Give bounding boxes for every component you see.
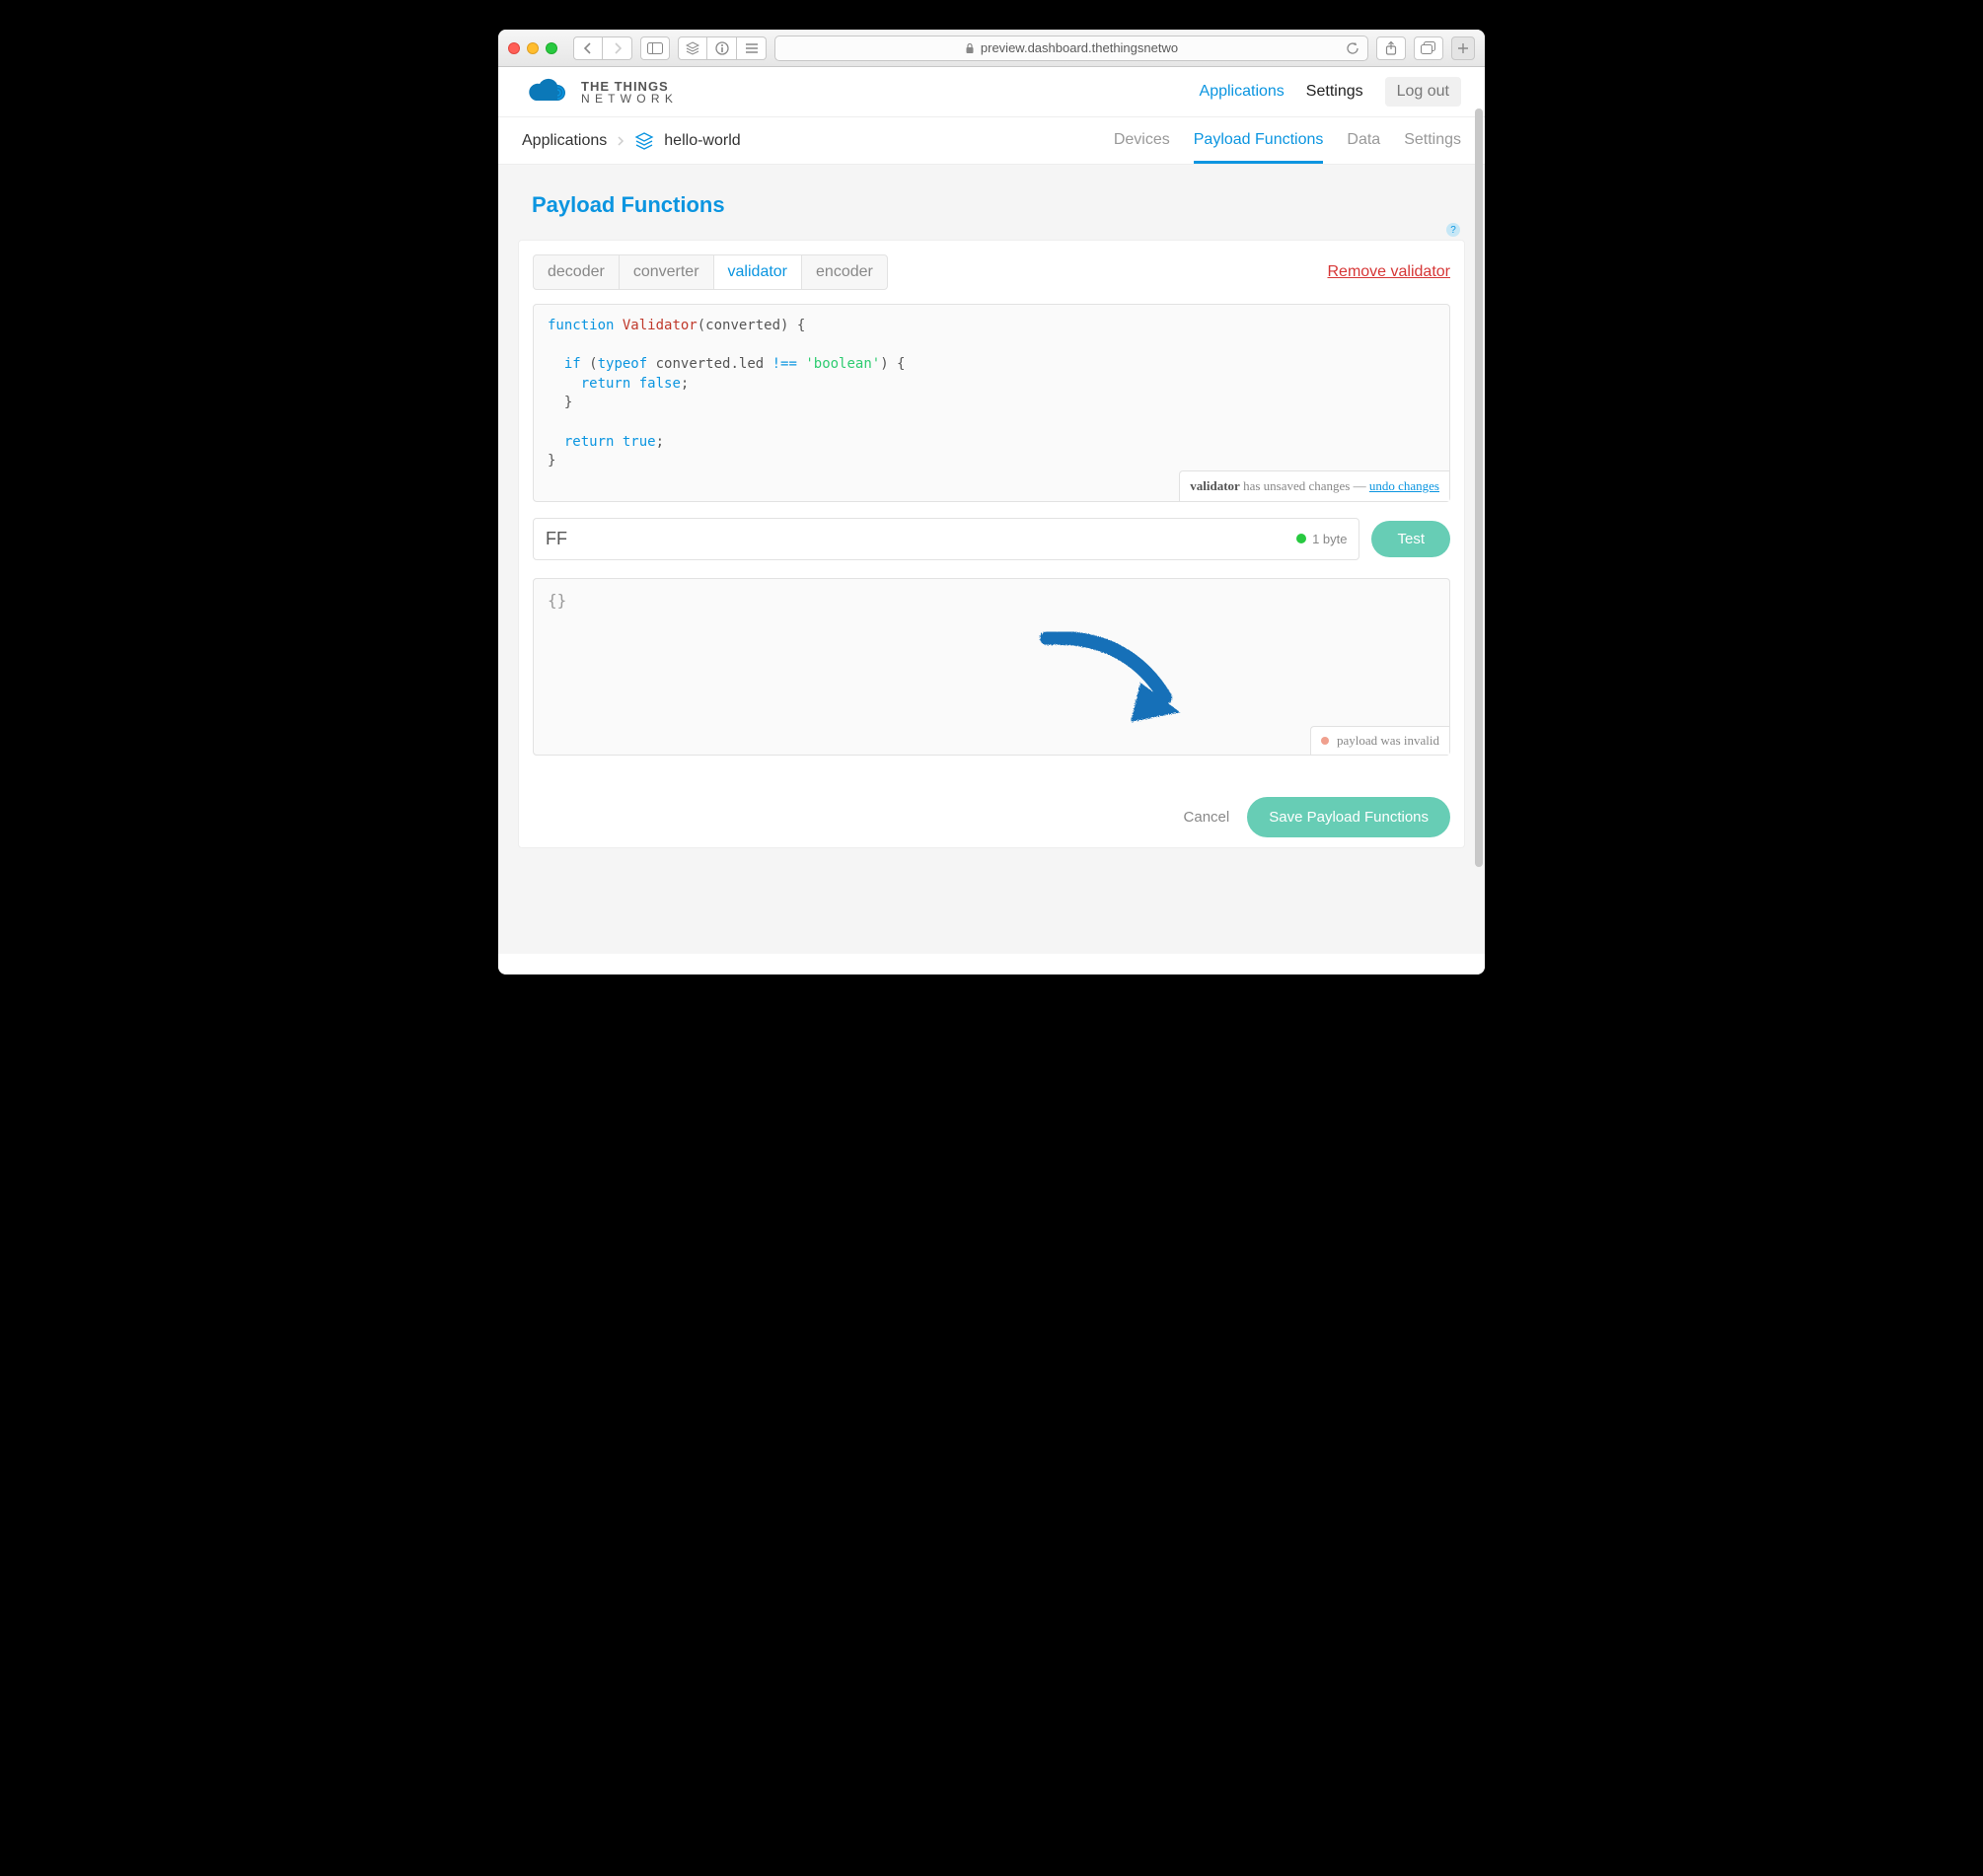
cancel-button[interactable]: Cancel [1184,809,1230,826]
panel-icon [647,42,663,54]
window-controls [508,42,557,54]
close-window-button[interactable] [508,42,520,54]
nav-applications[interactable]: Applications [1200,83,1285,101]
tabs-button[interactable] [1414,36,1443,60]
new-tab-button[interactable] [1451,36,1475,60]
brand[interactable]: THE THINGS N E T W O R K [522,77,674,107]
plus-icon [1457,42,1469,54]
sub-nav: Applications hello-world Devices Payload… [498,117,1485,165]
breadcrumb: Applications hello-world [522,131,741,161]
brand-line2: N E T W O R K [581,92,674,106]
tab-devices[interactable]: Devices [1114,127,1170,164]
payload-status: payload was invalid [1310,726,1449,755]
content-area: Payload Functions ? decoder converter va… [498,165,1485,954]
nav-logout[interactable]: Log out [1385,77,1461,107]
safari-window: preview.dashboard.thethingsnetwo [498,30,1485,974]
chevron-right-icon [617,135,624,147]
fn-tab-decoder[interactable]: decoder [534,255,620,289]
browser-titlebar: preview.dashboard.thethingsnetwo [498,30,1485,67]
breadcrumb-app[interactable]: hello-world [664,132,740,150]
reader-button[interactable] [737,36,767,60]
reload-icon [1346,41,1359,55]
tab-settings[interactable]: Settings [1404,127,1461,164]
reader-icon [745,42,759,54]
output-body: {} [548,591,566,610]
nav-forward-button[interactable] [603,36,632,60]
tab-data[interactable]: Data [1347,127,1380,164]
remove-validator-link[interactable]: Remove validator [1328,263,1451,281]
tabs-icon [1421,41,1436,55]
test-output: {} payload was invalid [533,578,1450,756]
help-icon[interactable]: ? [1446,223,1460,237]
scrollbar[interactable] [1475,108,1483,971]
hex-input-wrap: 1 byte [533,518,1359,560]
info-icon [715,41,729,55]
tab-payload-functions[interactable]: Payload Functions [1194,127,1324,164]
chevron-left-icon [583,41,593,55]
nav-settings[interactable]: Settings [1306,83,1363,101]
cloud-logo-icon [522,77,571,107]
share-icon [1385,41,1397,55]
stack-icon [686,41,699,55]
fn-tab-encoder[interactable]: encoder [802,255,887,289]
check-icon [1296,534,1306,543]
invalid-dot-icon [1321,737,1329,745]
breadcrumb-sep [617,135,624,147]
sidebar-toggle-button[interactable] [640,36,670,60]
byte-indicator: 1 byte [1296,532,1347,546]
nav-back-button[interactable] [573,36,603,60]
share-button[interactable] [1376,36,1406,60]
page-title: Payload Functions [532,192,1465,218]
hex-input[interactable] [546,529,1107,549]
stack-button[interactable] [678,36,707,60]
app-icon [634,131,654,151]
code-editor[interactable]: function Validator(converted) { if (type… [533,304,1450,502]
zoom-window-button[interactable] [546,42,557,54]
unsaved-notice: validator has unsaved changes — undo cha… [1179,470,1449,501]
info-button[interactable] [707,36,737,60]
minimize-window-button[interactable] [527,42,539,54]
fn-tab-converter[interactable]: converter [620,255,714,289]
function-tabs: decoder converter validator encoder [533,254,888,290]
annotation-arrow-icon [1037,628,1205,747]
undo-changes-link[interactable]: undo changes [1369,478,1439,493]
reload-button[interactable] [1346,41,1359,55]
address-bar-url: preview.dashboard.thethingsnetwo [981,40,1178,55]
breadcrumb-root[interactable]: Applications [522,132,607,150]
chevron-right-icon [613,41,623,55]
fn-tab-validator[interactable]: validator [714,255,802,289]
save-button[interactable]: Save Payload Functions [1247,797,1450,837]
test-button[interactable]: Test [1371,521,1450,557]
address-bar[interactable]: preview.dashboard.thethingsnetwo [774,36,1368,61]
payload-card: ? decoder converter validator encoder Re… [518,240,1465,848]
top-nav: THE THINGS N E T W O R K Applications Se… [498,67,1485,117]
lock-icon [965,42,975,54]
